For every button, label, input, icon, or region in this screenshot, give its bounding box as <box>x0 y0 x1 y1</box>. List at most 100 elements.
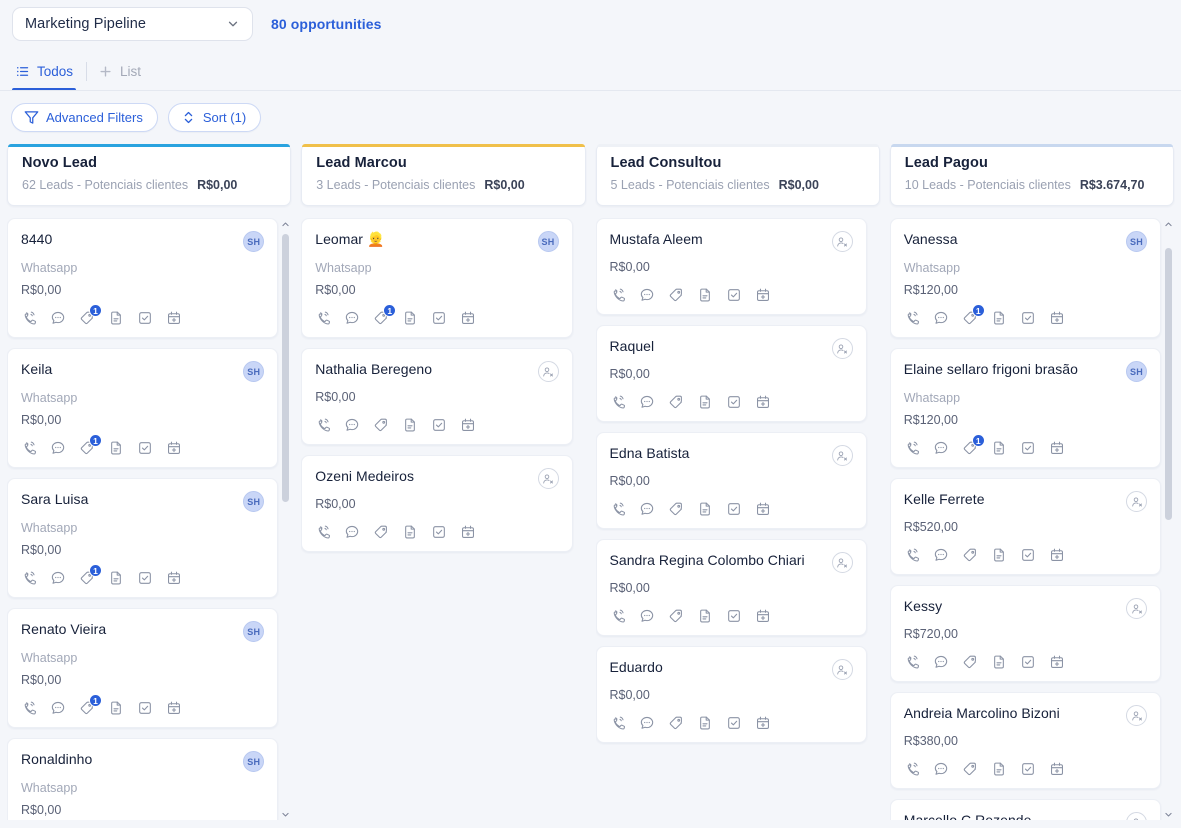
tag-icon[interactable] <box>962 654 978 670</box>
tab-add-list[interactable]: List <box>93 51 150 91</box>
calendar-plus-icon[interactable] <box>1049 761 1065 777</box>
opportunity-card[interactable]: Ozeni Medeiros R$0,00 <box>301 455 573 552</box>
chat-bubble-icon[interactable] <box>50 700 66 716</box>
chat-bubble-icon[interactable] <box>639 501 655 517</box>
calendar-plus-icon[interactable] <box>755 715 771 731</box>
document-icon[interactable] <box>991 654 1007 670</box>
unassigned-user-icon[interactable] <box>831 552 853 573</box>
unassigned-user-icon[interactable] <box>537 468 559 489</box>
tag-icon[interactable] <box>668 287 684 303</box>
opportunity-card[interactable]: Keila SH Whatsapp R$0,00 1 <box>7 348 279 468</box>
document-icon[interactable] <box>991 761 1007 777</box>
tag-icon[interactable] <box>668 608 684 624</box>
tag-icon[interactable]: 1 <box>373 304 397 326</box>
scroll-down-arrow-icon[interactable] <box>280 808 291 820</box>
unassigned-user-icon[interactable] <box>537 361 559 382</box>
document-icon[interactable] <box>697 608 713 624</box>
opportunity-card[interactable]: RonaldinhoSHWhatsappR$0,001 <box>7 738 279 820</box>
opportunity-card[interactable]: Raquel R$0,00 <box>595 325 867 422</box>
document-icon[interactable] <box>402 417 418 433</box>
sort-button[interactable]: Sort (1) <box>167 103 262 132</box>
chat-bubble-icon[interactable] <box>933 654 949 670</box>
task-checkbox-icon[interactable] <box>726 715 742 731</box>
avatar[interactable]: SH <box>1126 231 1147 252</box>
column-scrollbar[interactable] <box>1163 218 1174 820</box>
opportunity-card[interactable]: Kessy R$720,00 <box>889 585 1161 682</box>
document-icon[interactable] <box>991 310 1007 326</box>
opportunity-card[interactable]: Andreia Marcolino Bizoni R$380,00 <box>889 692 1161 789</box>
tag-icon[interactable] <box>962 547 978 563</box>
phone-call-icon[interactable] <box>904 440 920 456</box>
document-icon[interactable] <box>108 700 124 716</box>
calendar-plus-icon[interactable] <box>1049 547 1065 563</box>
advanced-filters-button[interactable]: Advanced Filters <box>11 103 158 132</box>
avatar[interactable]: SH <box>243 491 265 512</box>
chat-bubble-icon[interactable] <box>344 310 360 326</box>
calendar-plus-icon[interactable] <box>1049 310 1065 326</box>
task-checkbox-icon[interactable] <box>1020 440 1036 456</box>
chat-bubble-icon[interactable] <box>639 394 655 410</box>
phone-call-icon[interactable] <box>904 654 920 670</box>
opportunity-card[interactable]: Sara Luisa SH Whatsapp R$0,00 1 <box>7 478 279 598</box>
calendar-plus-icon[interactable] <box>1049 440 1065 456</box>
opportunity-card[interactable]: Mustafa Aleem R$0,00 <box>595 218 867 315</box>
document-icon[interactable] <box>697 501 713 517</box>
phone-call-icon[interactable] <box>21 570 37 586</box>
document-icon[interactable] <box>402 310 418 326</box>
task-checkbox-icon[interactable] <box>137 700 153 716</box>
column-scroll-area[interactable]: Leomar 👱 SH Whatsapp R$0,00 1 Nathalia Berege… <box>301 218 585 820</box>
task-checkbox-icon[interactable] <box>726 501 742 517</box>
calendar-plus-icon[interactable] <box>755 501 771 517</box>
tag-icon[interactable]: 1 <box>79 564 102 586</box>
scrollbar-thumb[interactable] <box>282 234 290 502</box>
task-checkbox-icon[interactable] <box>431 310 447 326</box>
task-checkbox-icon[interactable] <box>1020 547 1036 563</box>
tag-icon[interactable]: 1 <box>79 694 102 716</box>
column-scroll-area[interactable]: 8440 SH Whatsapp R$0,00 1 Keila SH Whatsapp R$0,… <box>7 218 291 820</box>
unassigned-user-icon[interactable] <box>1126 705 1147 726</box>
tag-icon[interactable]: 1 <box>962 304 985 326</box>
opportunity-card[interactable]: Elaine sellaro frigoni brasão SH Whatsapp R… <box>889 348 1161 468</box>
chat-bubble-icon[interactable] <box>344 524 360 540</box>
chat-bubble-icon[interactable] <box>50 310 66 326</box>
avatar[interactable]: SH <box>243 621 265 642</box>
document-icon[interactable] <box>991 440 1007 456</box>
phone-call-icon[interactable] <box>610 287 626 303</box>
tag-icon[interactable] <box>668 501 684 517</box>
calendar-plus-icon[interactable] <box>1049 654 1065 670</box>
calendar-plus-icon[interactable] <box>166 570 182 586</box>
opportunity-card[interactable]: 8440 SH Whatsapp R$0,00 1 <box>7 218 279 338</box>
column-scroll-area[interactable]: Vanessa SH Whatsapp R$120,00 1 Elaine sellaro… <box>889 218 1174 820</box>
opportunity-card[interactable]: Nathalia Beregeno R$0,00 <box>301 348 573 445</box>
unassigned-user-icon[interactable] <box>1126 812 1147 820</box>
task-checkbox-icon[interactable] <box>726 394 742 410</box>
scroll-up-arrow-icon[interactable] <box>1163 218 1174 230</box>
scroll-down-arrow-icon[interactable] <box>1163 808 1174 820</box>
opportunity-card[interactable]: Sandra Regina Colombo Chiari R$0,00 <box>595 539 867 636</box>
calendar-plus-icon[interactable] <box>755 394 771 410</box>
chat-bubble-icon[interactable] <box>50 570 66 586</box>
column-header[interactable]: Novo Lead 62 Leads - Potenciais clientes R… <box>7 144 292 206</box>
tag-icon[interactable]: 1 <box>79 434 102 456</box>
scroll-up-arrow-icon[interactable] <box>280 218 291 230</box>
opportunity-card[interactable]: Marcello C Rezende <box>889 799 1161 820</box>
task-checkbox-icon[interactable] <box>726 287 742 303</box>
tag-icon[interactable] <box>373 417 389 433</box>
task-checkbox-icon[interactable] <box>431 524 447 540</box>
phone-call-icon[interactable] <box>610 394 626 410</box>
chat-bubble-icon[interactable] <box>933 547 949 563</box>
chat-bubble-icon[interactable] <box>639 715 655 731</box>
scrollbar-thumb[interactable] <box>1165 248 1172 520</box>
task-checkbox-icon[interactable] <box>137 310 153 326</box>
opportunity-card[interactable]: Leomar 👱 SH Whatsapp R$0,00 1 <box>301 218 573 338</box>
opportunity-card[interactable]: Kelle Ferrete R$520,00 <box>889 478 1161 575</box>
column-header[interactable]: Lead Marcou 3 Leads - Potenciais clientes… <box>301 144 586 206</box>
task-checkbox-icon[interactable] <box>137 570 153 586</box>
tag-icon[interactable]: 1 <box>79 304 102 326</box>
document-icon[interactable] <box>108 570 124 586</box>
phone-call-icon[interactable] <box>610 608 626 624</box>
document-icon[interactable] <box>991 547 1007 563</box>
calendar-plus-icon[interactable] <box>460 417 476 433</box>
unassigned-user-icon[interactable] <box>1126 598 1147 619</box>
calendar-plus-icon[interactable] <box>460 524 476 540</box>
